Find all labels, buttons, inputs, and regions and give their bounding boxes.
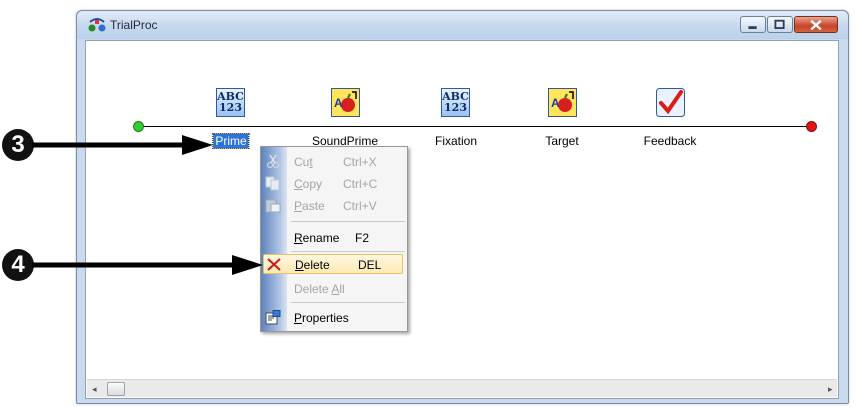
horizontal-scrollbar[interactable]: ◂ ▸ [87, 379, 837, 397]
window-title: TrialProc [110, 18, 158, 32]
close-icon [810, 19, 822, 31]
minimize-button[interactable] [740, 16, 766, 33]
scissors-icon [266, 154, 280, 169]
callout-arrow-4 [32, 255, 263, 275]
node-label-target[interactable]: Target [545, 134, 578, 148]
maximize-icon [774, 19, 785, 29]
menu-label-rename: Rename [294, 231, 340, 245]
scroll-left-icon[interactable]: ◂ [92, 384, 97, 395]
callout-badge-4: 4 [2, 249, 34, 281]
menu-item-copy[interactable]: Copy Ctrl+C [261, 173, 407, 194]
red-checkmark-icon[interactable] [656, 88, 685, 117]
timeline-end-dot [806, 121, 817, 132]
slide-apple-icon[interactable]: A [548, 88, 577, 117]
menu-label-delete-all: Delete All [294, 282, 345, 296]
menu-label-delete: Delete [295, 258, 330, 272]
scroll-right-icon[interactable]: ▸ [828, 384, 833, 395]
scroll-thumb[interactable] [107, 382, 125, 396]
node-label-feedback[interactable]: Feedback [644, 134, 697, 148]
menu-label-paste: Paste [294, 199, 325, 213]
menu-separator [291, 221, 405, 222]
properties-icon [265, 310, 281, 325]
trialproc-window: TrialProc ABC 123 Prime A SoundPrime ABC 1… [76, 10, 849, 404]
menu-separator [291, 302, 405, 303]
menu-label-properties: Properties [294, 311, 349, 325]
menu-shortcut-rename: F2 [355, 231, 370, 245]
context-menu: Cut Ctrl+X Copy Ctrl+C Paste Ctrl+V Rena… [260, 146, 408, 332]
menu-item-rename[interactable]: Rename F2 [261, 227, 407, 248]
menu-item-paste[interactable]: Paste Ctrl+V [261, 195, 407, 216]
menu-item-delete-all[interactable]: Delete All [261, 278, 407, 299]
close-button[interactable] [794, 16, 838, 33]
menu-shortcut-delete: DEL [358, 258, 382, 272]
slide-apple-icon[interactable]: A [331, 88, 360, 117]
svg-text:A: A [551, 96, 560, 110]
node-label-fixation[interactable]: Fixation [435, 134, 477, 148]
timeline-line [138, 126, 813, 127]
copy-icon [265, 176, 280, 191]
menu-shortcut-cut: Ctrl+X [343, 155, 377, 169]
abc-123-icon[interactable]: ABC 123 [216, 88, 245, 117]
menu-separator [291, 251, 405, 252]
menu-item-cut[interactable]: Cut Ctrl+X [261, 151, 407, 172]
abc-123-icon[interactable]: ABC 123 [441, 88, 470, 117]
maximize-button[interactable] [767, 16, 793, 33]
callout-badge-3: 3 [2, 129, 34, 161]
paste-icon [265, 199, 281, 213]
procedure-icon [88, 18, 106, 32]
node-label-prime[interactable]: Prime [212, 133, 250, 149]
menu-shortcut-copy: Ctrl+C [343, 177, 378, 191]
svg-text:A: A [334, 96, 343, 110]
menu-shortcut-paste: Ctrl+V [343, 199, 377, 213]
menu-label-cut: Cut [294, 155, 313, 169]
title-bar[interactable]: TrialProc [77, 11, 848, 39]
timeline-start-dot [133, 121, 144, 132]
menu-item-properties[interactable]: Properties [261, 307, 407, 328]
menu-label-copy: Copy [294, 177, 323, 191]
red-x-icon [267, 258, 281, 271]
procedure-canvas[interactable]: ABC 123 Prime A SoundPrime ABC 123 Fixatio… [85, 40, 839, 399]
menu-item-delete[interactable]: Delete DEL [263, 254, 403, 274]
callout-arrow-3 [32, 135, 213, 155]
minimize-icon [748, 26, 757, 29]
